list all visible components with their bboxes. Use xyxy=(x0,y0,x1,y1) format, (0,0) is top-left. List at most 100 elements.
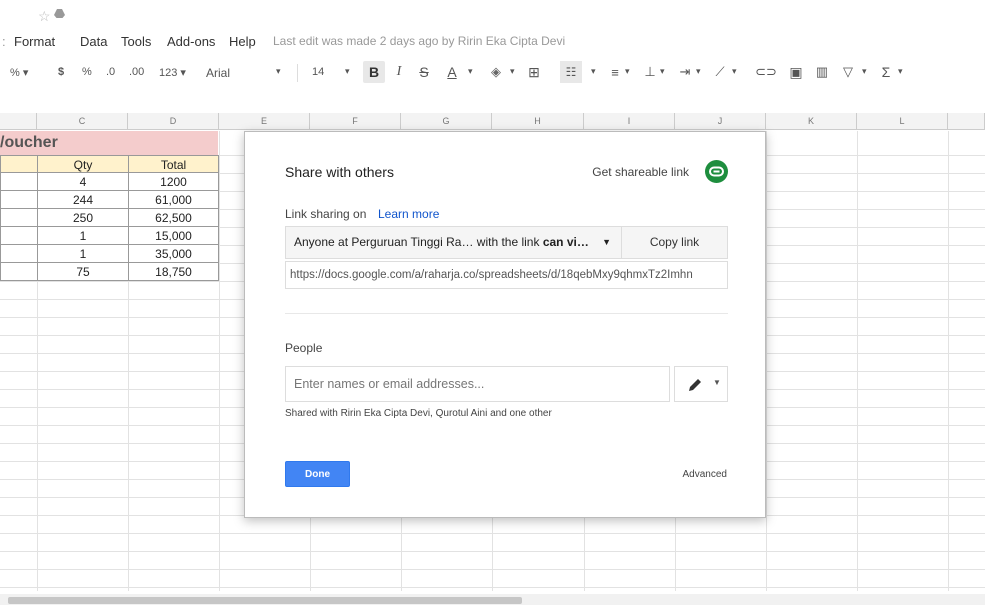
column-header[interactable]: J xyxy=(675,113,766,130)
link-sharing-label: Link sharing on xyxy=(285,207,367,221)
get-shareable-link[interactable]: Get shareable link xyxy=(592,165,689,179)
strikethrough-button[interactable]: S xyxy=(415,61,433,83)
menu-more-icon[interactable]: : xyxy=(2,34,6,49)
column-header[interactable]: H xyxy=(492,113,584,130)
qty-cell[interactable]: 250 xyxy=(37,209,129,227)
fill-caret-icon[interactable]: ▾ xyxy=(510,66,515,77)
merge-caret-icon[interactable]: ▾ xyxy=(591,66,596,77)
share-dialog: Share with others Get shareable link Lin… xyxy=(244,131,766,518)
advanced-link[interactable]: Advanced xyxy=(683,469,727,480)
link-access-select[interactable]: Anyone at Perguruan Tinggi Ra… with the … xyxy=(285,226,622,259)
column-header-B[interactable] xyxy=(0,113,37,130)
chevron-down-icon: ▼ xyxy=(713,378,721,387)
pencil-icon xyxy=(689,379,701,391)
table-cell[interactable] xyxy=(0,173,38,191)
column-header[interactable]: L xyxy=(857,113,948,130)
done-button[interactable]: Done xyxy=(285,461,350,487)
total-header[interactable]: Total xyxy=(128,155,219,173)
font-size-caret-icon[interactable]: ▾ xyxy=(345,66,350,77)
names-input[interactable]: Enter names or email addresses... xyxy=(285,366,670,402)
toolbar-divider xyxy=(297,64,298,82)
text-color-button[interactable]: A xyxy=(441,61,463,83)
qty-cell[interactable]: 1 xyxy=(37,227,129,245)
menu-bar: : Format Data Tools Add-ons Help Last ed… xyxy=(0,32,985,52)
total-cell[interactable]: 15,000 xyxy=(128,227,219,245)
functions-icon[interactable]: Σ xyxy=(878,61,894,83)
rotate-icon[interactable]: ⟋ xyxy=(712,61,728,83)
filter-icon[interactable]: ▽ xyxy=(839,61,857,83)
filter-caret-icon[interactable]: ▾ xyxy=(862,66,867,77)
column-header[interactable]: K xyxy=(766,113,857,130)
menu-tools[interactable]: Tools xyxy=(121,34,151,49)
align-icon[interactable]: ≡ xyxy=(607,61,623,83)
star-icon[interactable]: ☆ xyxy=(38,8,51,25)
column-header[interactable]: F xyxy=(310,113,401,130)
wrap-icon[interactable]: ⇥ xyxy=(677,61,693,83)
qty-cell[interactable]: 1 xyxy=(37,245,129,263)
access-level: can vi… xyxy=(542,235,589,249)
insert-comment-icon[interactable]: ▣ xyxy=(787,61,805,83)
total-cell[interactable]: 18,750 xyxy=(128,263,219,281)
valign-caret-icon[interactable]: ▾ xyxy=(660,66,665,77)
total-cell[interactable]: 62,500 xyxy=(128,209,219,227)
column-header[interactable]: I xyxy=(584,113,675,130)
voucher-title-cell[interactable]: /oucher xyxy=(0,131,218,155)
last-edit-link[interactable]: Last edit was made 2 days ago by Ririn E… xyxy=(273,34,565,48)
share-url-field[interactable]: https://docs.google.com/a/raharja.co/spr… xyxy=(285,261,728,289)
qty-cell[interactable]: 4 xyxy=(37,173,129,191)
folder-icon[interactable] xyxy=(54,8,65,19)
title-icons: ☆ xyxy=(0,0,985,28)
percent-label[interactable]: % ▾ xyxy=(10,66,28,79)
total-cell[interactable]: 35,000 xyxy=(128,245,219,263)
column-header[interactable]: E xyxy=(219,113,310,130)
percent-button[interactable]: % xyxy=(82,66,92,78)
more-formats-button[interactable]: 123 ▾ xyxy=(159,66,186,79)
access-prefix: Anyone at Perguruan Tinggi Ra… with the … xyxy=(294,235,543,249)
currency-button[interactable]: $ xyxy=(58,66,64,78)
functions-caret-icon[interactable]: ▾ xyxy=(898,66,903,77)
menu-addons[interactable]: Add-ons xyxy=(167,34,215,49)
total-cell[interactable]: 61,000 xyxy=(128,191,219,209)
learn-more-link[interactable]: Learn more xyxy=(378,207,439,221)
column-header[interactable]: G xyxy=(401,113,492,130)
column-header[interactable]: D xyxy=(128,113,219,130)
insert-link-icon[interactable]: ⊂⊃ xyxy=(755,61,777,83)
scrollbar-thumb[interactable] xyxy=(8,597,522,604)
font-size-select[interactable]: 14 xyxy=(312,66,324,78)
font-caret-icon[interactable]: ▾ xyxy=(276,66,281,77)
dialog-title: Share with others xyxy=(285,164,394,180)
decrease-decimal-button[interactable]: .0 xyxy=(106,66,115,78)
increase-decimal-button[interactable]: .00 xyxy=(129,66,144,78)
table-cell[interactable] xyxy=(0,209,38,227)
qty-cell[interactable]: 75 xyxy=(37,263,129,281)
qty-header[interactable]: Qty xyxy=(37,155,129,173)
qty-cell[interactable]: 244 xyxy=(37,191,129,209)
table-cell[interactable] xyxy=(0,191,38,209)
italic-button[interactable]: I xyxy=(390,61,408,83)
copy-link-button[interactable]: Copy link xyxy=(622,226,728,259)
font-select[interactable]: Arial xyxy=(206,66,230,80)
table-header-cell[interactable] xyxy=(0,155,38,173)
table-cell[interactable] xyxy=(0,263,38,281)
fill-color-icon[interactable]: ◈ xyxy=(486,61,506,83)
column-header-M[interactable] xyxy=(948,113,985,130)
align-caret-icon[interactable]: ▾ xyxy=(625,66,630,77)
table-cell[interactable] xyxy=(0,227,38,245)
menu-data[interactable]: Data xyxy=(80,34,107,49)
insert-chart-icon[interactable]: ▥ xyxy=(813,61,831,83)
valign-icon[interactable]: ⊥ xyxy=(642,61,658,83)
menu-help[interactable]: Help xyxy=(229,34,256,49)
merge-cells-icon[interactable]: ☷ xyxy=(560,61,582,83)
permission-button[interactable]: ▼ xyxy=(674,366,728,402)
column-header[interactable]: C xyxy=(37,113,128,130)
wrap-caret-icon[interactable]: ▾ xyxy=(696,66,701,77)
total-cell[interactable]: 1200 xyxy=(128,173,219,191)
borders-icon[interactable]: ⊞ xyxy=(525,61,543,83)
bold-button[interactable]: B xyxy=(363,61,385,83)
text-color-caret-icon[interactable]: ▾ xyxy=(468,66,473,77)
dialog-divider xyxy=(285,313,728,314)
rotate-caret-icon[interactable]: ▾ xyxy=(732,66,737,77)
table-cell[interactable] xyxy=(0,245,38,263)
menu-format[interactable]: Format xyxy=(14,34,55,49)
link-icon[interactable] xyxy=(705,160,728,183)
